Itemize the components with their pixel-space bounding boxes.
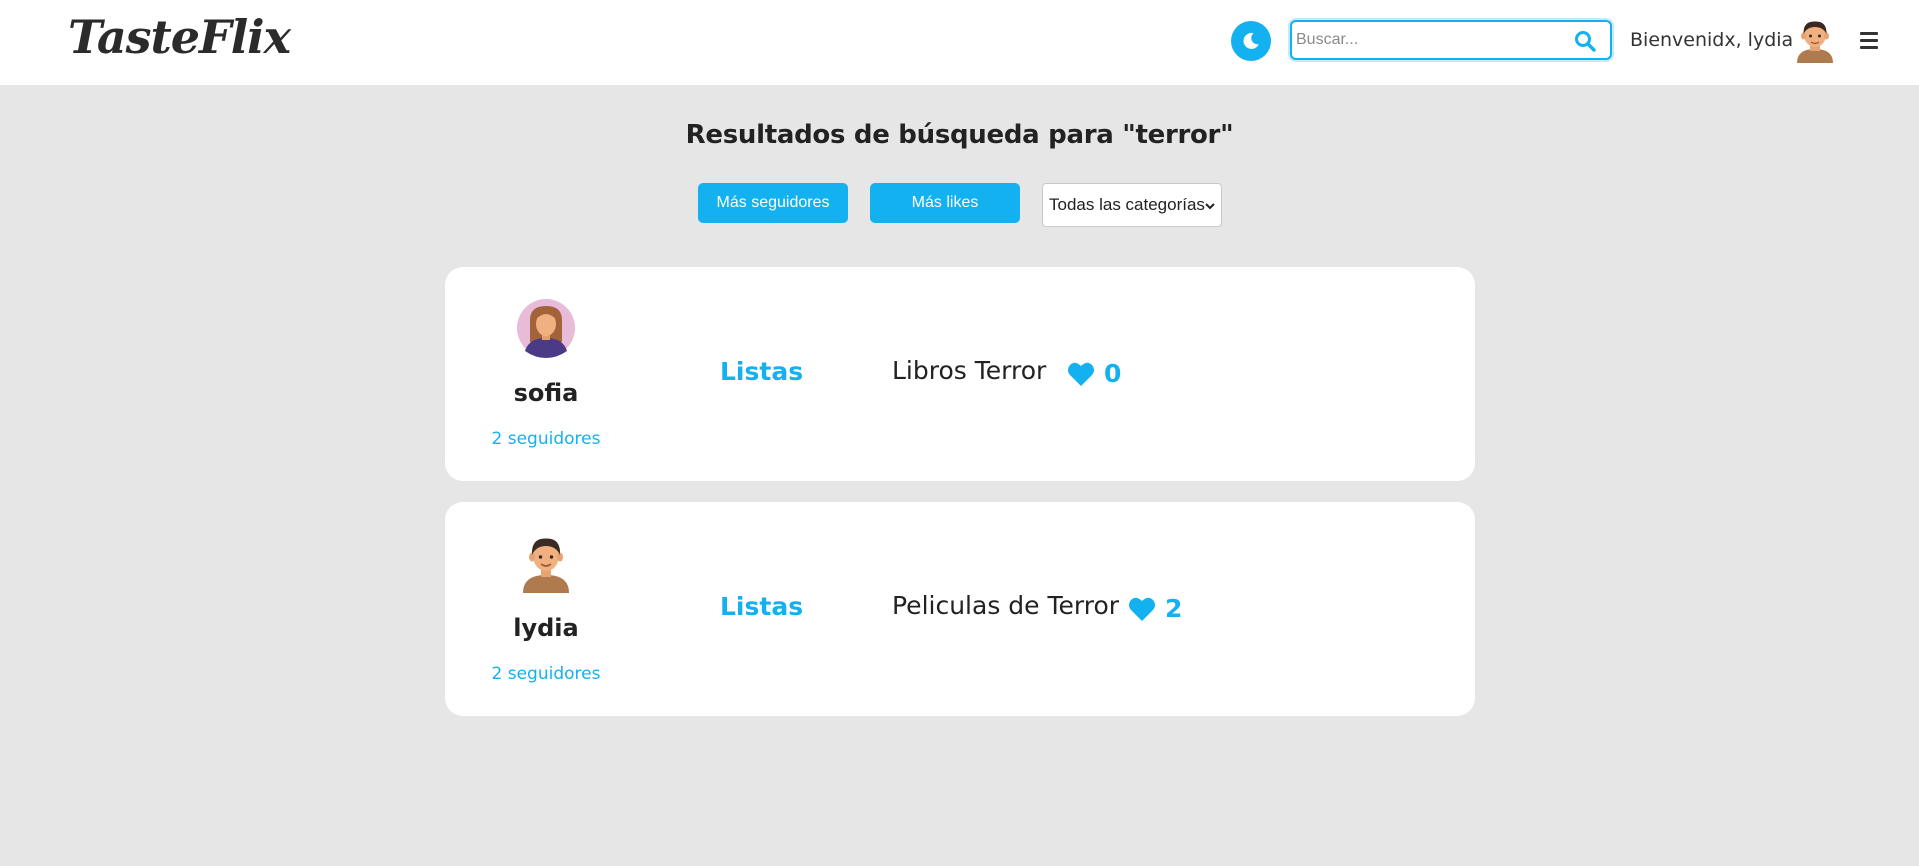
result-card: lydia 2 seguidores Listas Peliculas de T… (445, 502, 1475, 716)
like-count: 0 (1104, 359, 1122, 388)
result-card: sofia 2 seguidores Listas Libros Terror … (445, 267, 1475, 481)
search-icon[interactable] (1574, 30, 1596, 52)
lists-label[interactable]: Listas (720, 592, 803, 621)
lists-label[interactable]: Listas (720, 357, 803, 386)
sort-most-followers-button[interactable]: Más seguidores (698, 183, 848, 223)
dark-mode-toggle[interactable] (1231, 21, 1271, 61)
sort-most-likes-button[interactable]: Más likes (870, 183, 1020, 223)
result-username[interactable]: sofia (445, 379, 647, 407)
page-title: Resultados de búsqueda para "terror" (685, 120, 1234, 150)
list-name[interactable]: Peliculas de Terror (892, 591, 1119, 620)
search-box (1290, 20, 1612, 60)
search-input[interactable] (1294, 24, 1564, 56)
top-navbar: TasteFlix Bienvenidx, lydia (0, 0, 1919, 85)
category-select-value: Todas las categorías (1049, 195, 1205, 214)
like-button[interactable]: 2 (1128, 594, 1182, 623)
user-avatar[interactable] (1793, 17, 1837, 63)
heart-icon (1068, 362, 1094, 386)
avatar-male[interactable] (517, 533, 575, 593)
chevron-down-icon (1205, 203, 1215, 210)
heart-icon (1129, 597, 1155, 621)
result-followers[interactable]: 2 seguidores (445, 429, 647, 449)
list-name[interactable]: Libros Terror (892, 356, 1046, 385)
like-button[interactable]: 0 (1067, 359, 1121, 388)
avatar-female[interactable] (517, 298, 575, 358)
like-count: 2 (1165, 594, 1183, 623)
menu-icon[interactable] (1860, 32, 1878, 50)
result-username[interactable]: lydia (445, 614, 647, 642)
moon-icon (1243, 32, 1259, 49)
category-select[interactable]: Todas las categorías (1042, 183, 1222, 227)
tasteflix-logo[interactable]: TasteFlix (68, 10, 291, 64)
result-followers[interactable]: 2 seguidores (445, 664, 647, 684)
welcome-text: Bienvenidx, lydia (1630, 29, 1794, 51)
